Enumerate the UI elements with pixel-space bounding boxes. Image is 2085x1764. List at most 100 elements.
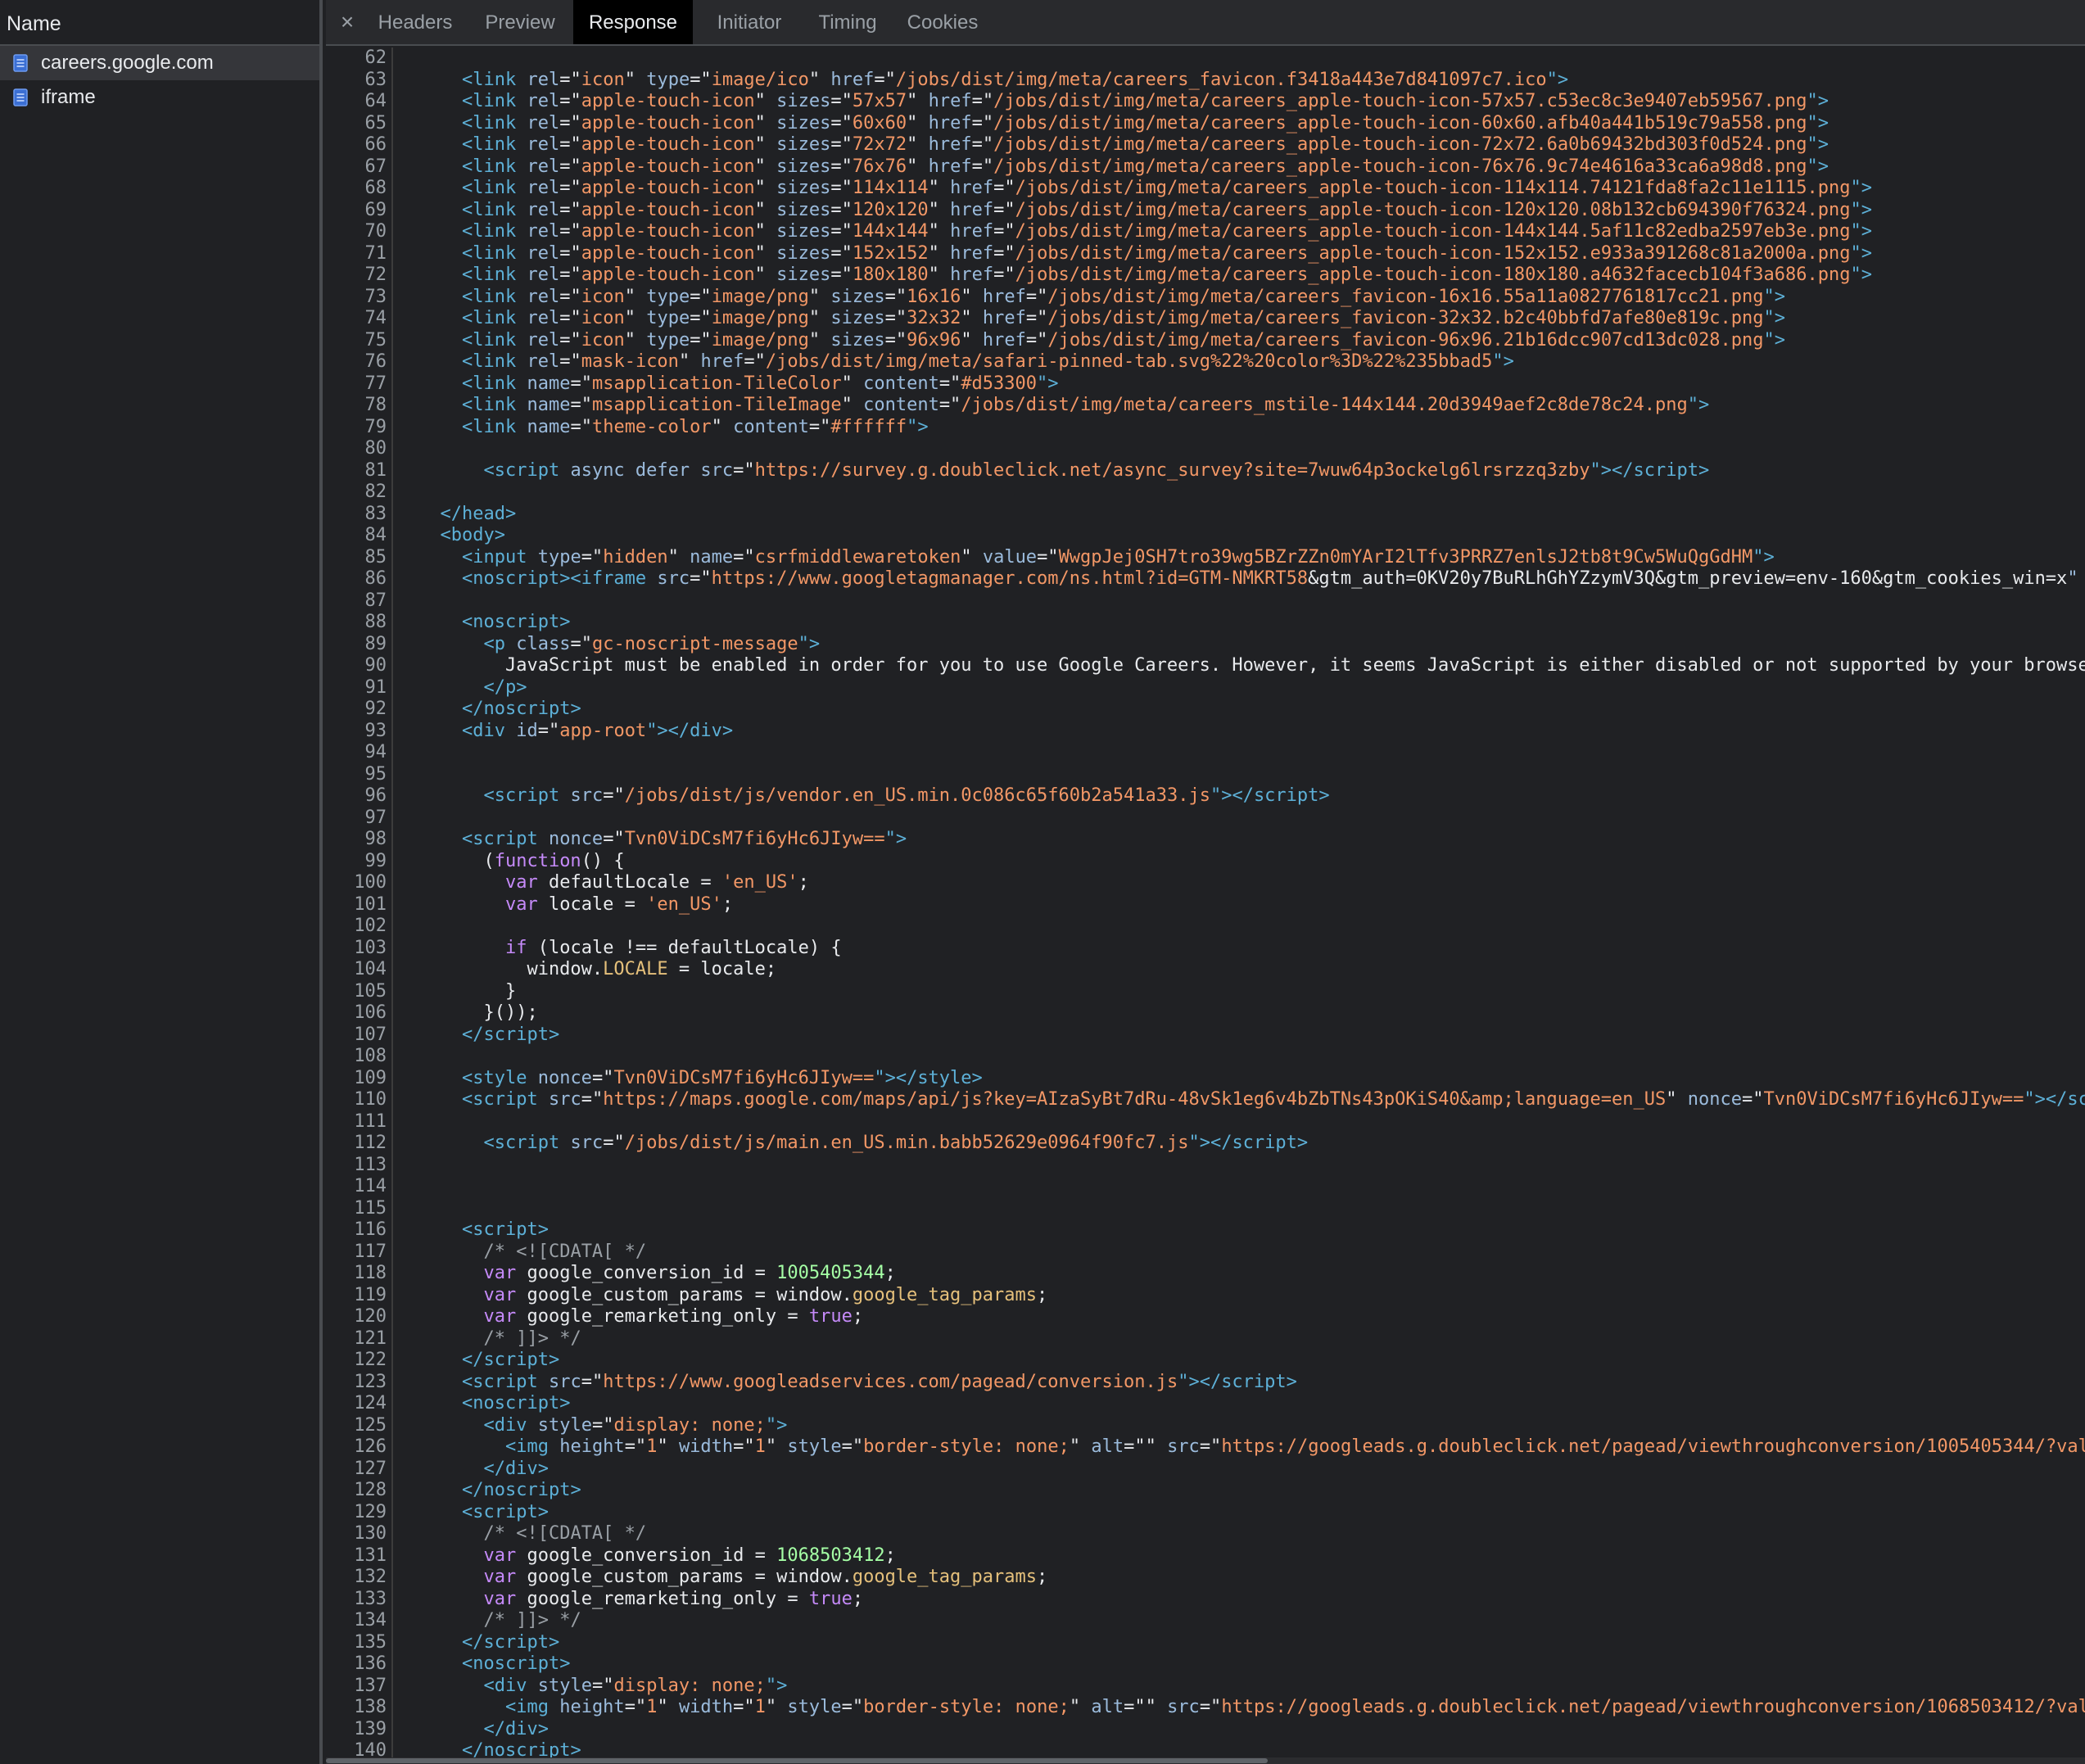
code-line: 126 <img height="1" width="1" style="bor… (326, 1436, 2085, 1459)
code-line: 63 <link rel="icon" type="image/ico" hre… (326, 70, 2085, 92)
line-number: 108 (354, 1046, 387, 1066)
line-code: var defaultLocale = 'en_US'; (504, 872, 809, 893)
code-line: 109 <style nonce="Tvn0ViDCsM7fi6yHc6JIyw… (326, 1068, 2085, 1090)
code-line: 113 (326, 1155, 2085, 1177)
tab-initiator[interactable]: Initiator (698, 0, 801, 44)
line-number: 75 (364, 329, 387, 351)
code-line: 65 <link rel="apple-touch-icon" sizes="6… (326, 113, 2085, 135)
line-code: JavaScript must be enabled in order for … (418, 655, 2085, 676)
code-line: 119 var google_custom_params = window.go… (326, 1285, 2085, 1307)
line-code: <link name="msapplication-TileColor" con… (461, 373, 1059, 394)
line-code: }()); (418, 1002, 538, 1023)
line-number: 98 (364, 829, 387, 849)
code-line: 93 <div id="app-root"></div> (326, 721, 2085, 743)
line-number: 137 (354, 1675, 387, 1696)
line-number: 95 (364, 763, 387, 785)
line-code: <script> (461, 1219, 549, 1240)
horizontal-scrollbar[interactable] (326, 1757, 2085, 1764)
line-code: var google_conversion_id = 1068503412; (483, 1545, 896, 1566)
line-number: 133 (354, 1588, 387, 1609)
line-number: 136 (354, 1653, 387, 1674)
document-icon (13, 88, 28, 106)
line-number: 127 (354, 1458, 387, 1479)
line-number: 62 (364, 47, 387, 68)
code-line: 107 </script> (326, 1024, 2085, 1047)
line-number: 116 (354, 1219, 387, 1240)
line-code: <link rel="icon" type="image/ico" href="… (461, 69, 1569, 90)
line-number: 103 (354, 937, 387, 958)
code-line: 90 JavaScript must be enabled in order f… (326, 655, 2085, 677)
code-line: 123 <script src="https://www.googleadser… (326, 1372, 2085, 1394)
line-number: 104 (354, 959, 387, 979)
code-line: 132 var google_custom_params = window.go… (326, 1567, 2085, 1589)
tab-headers[interactable]: Headers (367, 0, 464, 44)
request-item-iframe[interactable]: iframe (0, 80, 319, 115)
code-line: 79 <link name="theme-color" content="#ff… (326, 417, 2085, 439)
line-number: 118 (354, 1263, 387, 1283)
line-code: <link rel="icon" type="image/png" sizes=… (461, 308, 1786, 328)
scrollbar-thumb[interactable] (326, 1758, 1268, 1763)
line-code: <script async defer src="https://survey.… (483, 459, 1710, 481)
line-number: 131 (354, 1545, 387, 1566)
line-number: 138 (354, 1697, 387, 1717)
line-number: 111 (354, 1110, 387, 1132)
tab-cookies[interactable]: Cookies (894, 0, 991, 44)
line-code: <link rel="apple-touch-icon" sizes="60x6… (461, 112, 1829, 133)
line-number: 67 (364, 156, 387, 177)
line-code: <noscript> (461, 1393, 571, 1413)
code-line: 96 <script src="/jobs/dist/js/vendor.en_… (326, 785, 2085, 807)
line-number: 73 (364, 286, 387, 307)
line-code: </script> (461, 1350, 560, 1370)
line-number: 102 (354, 916, 387, 936)
code-line: 118 var google_conversion_id = 100540534… (326, 1263, 2085, 1285)
line-number: 93 (364, 720, 387, 741)
line-code: </div> (483, 1718, 549, 1739)
response-source-viewer[interactable]: 61 <link href="/jobs/dist/css/main.en_US… (326, 47, 2085, 1764)
line-code: <link rel="apple-touch-icon" sizes="72x7… (461, 134, 1829, 155)
line-number: 82 (364, 482, 387, 502)
document-icon (13, 54, 28, 72)
code-lines: 61 <link href="/jobs/dist/css/main.en_US… (326, 47, 2085, 1762)
request-item-careers[interactable]: careers.google.com (0, 46, 319, 80)
line-number: 121 (354, 1328, 387, 1349)
code-line: 83 </head> (326, 504, 2085, 526)
line-code: window.LOCALE = locale; (418, 959, 777, 979)
line-code: <link rel="mask-icon" href="/jobs/dist/i… (461, 351, 1514, 372)
line-number: 130 (354, 1523, 387, 1544)
code-line: 71 <link rel="apple-touch-icon" sizes="1… (326, 243, 2085, 265)
line-number: 76 (364, 351, 387, 372)
line-number: 101 (354, 893, 387, 915)
line-code: <link rel="apple-touch-icon" sizes="144x… (461, 221, 1872, 242)
line-number: 77 (364, 373, 387, 394)
line-code: <link name="theme-color" content="#fffff… (461, 416, 929, 437)
name-column-header[interactable]: Name (0, 0, 319, 46)
line-code: <link rel="icon" type="image/png" sizes=… (461, 286, 1786, 307)
tab-timing[interactable]: Timing (804, 0, 891, 44)
tab-response[interactable]: Response (573, 0, 693, 44)
line-code: <noscript><iframe src="https://www.googl… (461, 568, 2078, 589)
line-code: /* <![CDATA[ */ (483, 1523, 647, 1544)
line-number: 126 (354, 1436, 387, 1457)
line-number: 97 (364, 807, 387, 828)
line-number: 120 (354, 1306, 387, 1327)
close-icon[interactable]: × (337, 8, 357, 36)
code-line: 114 (326, 1176, 2085, 1198)
line-number: 68 (364, 178, 387, 198)
line-number: 132 (354, 1567, 387, 1587)
line-number: 79 (364, 416, 387, 437)
line-code: </p> (483, 676, 527, 698)
line-code: </script> (461, 1631, 560, 1653)
line-number: 99 (364, 850, 387, 871)
tab-preview[interactable]: Preview (473, 0, 567, 44)
line-code: </noscript> (461, 699, 581, 719)
line-number: 63 (364, 69, 387, 90)
code-line: 94 (326, 742, 2085, 764)
line-number: 124 (354, 1393, 387, 1413)
code-line: 122 </script> (326, 1350, 2085, 1372)
line-code: <link rel="apple-touch-icon" sizes="180x… (461, 265, 1872, 285)
code-line: 127 </div> (326, 1459, 2085, 1481)
line-code: } (418, 980, 517, 1002)
line-number: 84 (364, 525, 387, 545)
line-code: var google_custom_params = window.google… (483, 1284, 1048, 1305)
code-line: 124 <noscript> (326, 1393, 2085, 1415)
